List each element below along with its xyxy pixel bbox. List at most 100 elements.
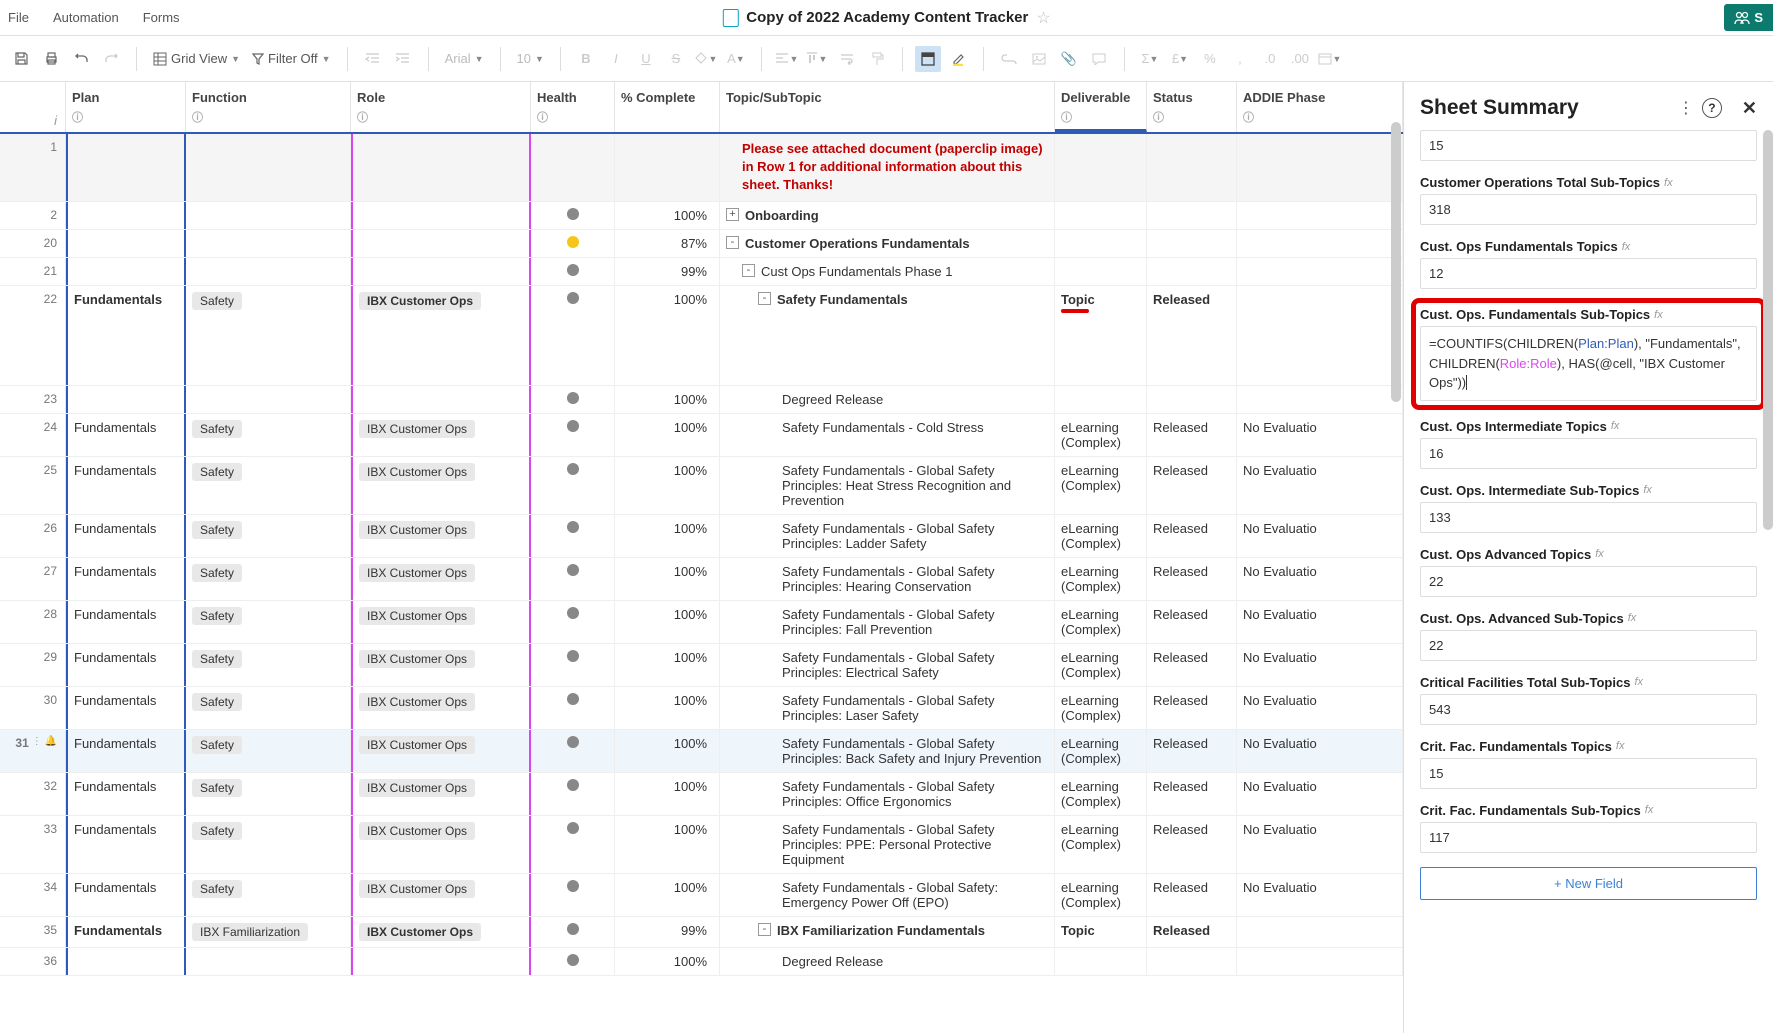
cell-plan[interactable] (66, 230, 186, 257)
cell-deliverable[interactable]: eLearning (Complex) (1055, 687, 1147, 729)
cell-role[interactable]: IBX Customer Ops (351, 558, 531, 600)
cell-phase[interactable] (1237, 230, 1403, 257)
column-plan[interactable]: Planⓘ (66, 82, 186, 132)
summary-field-value[interactable]: 16 (1420, 438, 1757, 469)
column-status[interactable]: Statusⓘ (1147, 82, 1237, 132)
undo-icon[interactable] (68, 46, 94, 72)
close-icon[interactable]: ✕ (1742, 98, 1757, 119)
cell-health[interactable] (531, 386, 615, 413)
new-field-button[interactable]: + New Field (1420, 867, 1757, 900)
cell-plan[interactable]: Fundamentals (66, 457, 186, 514)
cell-complete[interactable] (615, 134, 720, 201)
cell-deliverable[interactable]: eLearning (Complex) (1055, 644, 1147, 686)
cell-plan[interactable]: Fundamentals (66, 687, 186, 729)
font-family-dropdown[interactable]: Arial ▼ (441, 51, 488, 66)
cell-complete[interactable]: 100% (615, 816, 720, 873)
cell-topic[interactable]: Degreed Release (720, 386, 1055, 413)
cell-deliverable[interactable]: eLearning (Complex) (1055, 773, 1147, 815)
column-phase[interactable]: ADDIE Phaseⓘ (1237, 82, 1403, 132)
cell-status[interactable] (1147, 134, 1237, 201)
document-title[interactable]: Copy of 2022 Academy Content Tracker (746, 9, 1028, 26)
column-deliverable[interactable]: Deliverableⓘ (1055, 82, 1147, 132)
cell-deliverable[interactable]: eLearning (Complex) (1055, 601, 1147, 643)
cell-function[interactable]: Safety (186, 874, 351, 916)
column-complete[interactable]: % Complete (615, 82, 720, 132)
collapse-toggle[interactable]: - (758, 923, 771, 936)
summary-field-value[interactable]: =COUNTIFS(CHILDREN(Plan:Plan), "Fundamen… (1420, 326, 1757, 401)
sum-icon[interactable]: Σ▼ (1137, 46, 1163, 72)
indent-icon[interactable] (390, 46, 416, 72)
table-row[interactable]: 29FundamentalsSafetyIBX Customer Ops100%… (0, 644, 1403, 687)
cell-complete[interactable]: 100% (615, 730, 720, 772)
cell-role[interactable] (351, 258, 531, 285)
cell-plan[interactable] (66, 258, 186, 285)
cell-function[interactable]: Safety (186, 515, 351, 557)
row-number[interactable]: 28 (0, 601, 66, 643)
align-left-icon[interactable]: ▼ (774, 46, 800, 72)
cell-plan[interactable]: Fundamentals (66, 601, 186, 643)
cell-status[interactable] (1147, 202, 1237, 229)
cell-complete[interactable]: 100% (615, 948, 720, 975)
row-number[interactable]: 34 (0, 874, 66, 916)
table-row[interactable]: 31⋮ 🔔FundamentalsSafetyIBX Customer Ops1… (0, 730, 1403, 773)
attachment-icon[interactable]: 📎 (1056, 46, 1082, 72)
cell-deliverable[interactable] (1055, 948, 1147, 975)
cell-complete[interactable]: 99% (615, 258, 720, 285)
row-number[interactable]: 36 (0, 948, 66, 975)
cell-phase[interactable]: No Evaluatio (1237, 773, 1403, 815)
outdent-icon[interactable] (360, 46, 386, 72)
row-number[interactable]: 21 (0, 258, 66, 285)
cell-role[interactable] (351, 134, 531, 201)
row-number[interactable]: 33 (0, 816, 66, 873)
cell-complete[interactable]: 100% (615, 773, 720, 815)
cell-health[interactable] (531, 687, 615, 729)
redo-icon[interactable] (98, 46, 124, 72)
cell-plan[interactable]: Fundamentals (66, 874, 186, 916)
row-number[interactable]: 29 (0, 644, 66, 686)
cell-health[interactable] (531, 948, 615, 975)
cell-topic[interactable]: Safety Fundamentals - Cold Stress (720, 414, 1055, 456)
column-topic[interactable]: Topic/SubTopic (720, 82, 1055, 132)
cell-health[interactable] (531, 258, 615, 285)
cell-plan[interactable] (66, 948, 186, 975)
cell-complete[interactable]: 100% (615, 386, 720, 413)
cell-deliverable[interactable]: eLearning (Complex) (1055, 558, 1147, 600)
cell-status[interactable]: Released (1147, 515, 1237, 557)
cell-role[interactable] (351, 948, 531, 975)
cell-plan[interactable] (66, 202, 186, 229)
table-row[interactable]: 2100%+Onboarding (0, 202, 1403, 230)
cell-status[interactable]: Released (1147, 601, 1237, 643)
cell-phase[interactable] (1237, 917, 1403, 947)
cell-health[interactable] (531, 286, 615, 385)
highlight-icon[interactable] (945, 46, 971, 72)
currency-icon[interactable]: £▼ (1167, 46, 1193, 72)
cell-topic[interactable]: +Onboarding (720, 202, 1055, 229)
cell-status[interactable]: Released (1147, 874, 1237, 916)
cell-health[interactable] (531, 414, 615, 456)
date-format-icon[interactable]: ▼ (1317, 46, 1343, 72)
cell-function[interactable] (186, 230, 351, 257)
cell-topic[interactable]: Safety Fundamentals - Global Safety Prin… (720, 515, 1055, 557)
summary-menu-icon[interactable]: ⋮ (1678, 98, 1694, 118)
cell-phase[interactable] (1237, 202, 1403, 229)
cell-complete[interactable]: 100% (615, 874, 720, 916)
column-function[interactable]: Functionⓘ (186, 82, 351, 132)
cell-deliverable[interactable]: eLearning (Complex) (1055, 457, 1147, 514)
cell-complete[interactable]: 100% (615, 515, 720, 557)
table-row[interactable]: 25FundamentalsSafetyIBX Customer Ops100%… (0, 457, 1403, 515)
cell-topic[interactable]: Safety Fundamentals - Global Safety Prin… (720, 816, 1055, 873)
table-row[interactable]: 24FundamentalsSafetyIBX Customer Ops100%… (0, 414, 1403, 457)
font-size-dropdown[interactable]: 10 ▼ (513, 51, 548, 66)
cell-topic[interactable]: -IBX Familiarization Fundamentals (720, 917, 1055, 947)
cell-plan[interactable]: Fundamentals (66, 286, 186, 385)
cell-topic[interactable]: Safety Fundamentals - Global Safety Prin… (720, 601, 1055, 643)
cell-function[interactable] (186, 386, 351, 413)
grid-view-dropdown[interactable]: Grid View ▼ (149, 51, 244, 66)
collapse-toggle[interactable]: - (742, 264, 755, 277)
cell-topic[interactable]: Safety Fundamentals - Global Safety Prin… (720, 730, 1055, 772)
table-row[interactable]: 30FundamentalsSafetyIBX Customer Ops100%… (0, 687, 1403, 730)
cell-function[interactable]: Safety (186, 816, 351, 873)
row-number[interactable]: 23 (0, 386, 66, 413)
table-row[interactable]: 2199%-Cust Ops Fundamentals Phase 1 (0, 258, 1403, 286)
cell-topic[interactable]: Safety Fundamentals - Global Safety Prin… (720, 773, 1055, 815)
